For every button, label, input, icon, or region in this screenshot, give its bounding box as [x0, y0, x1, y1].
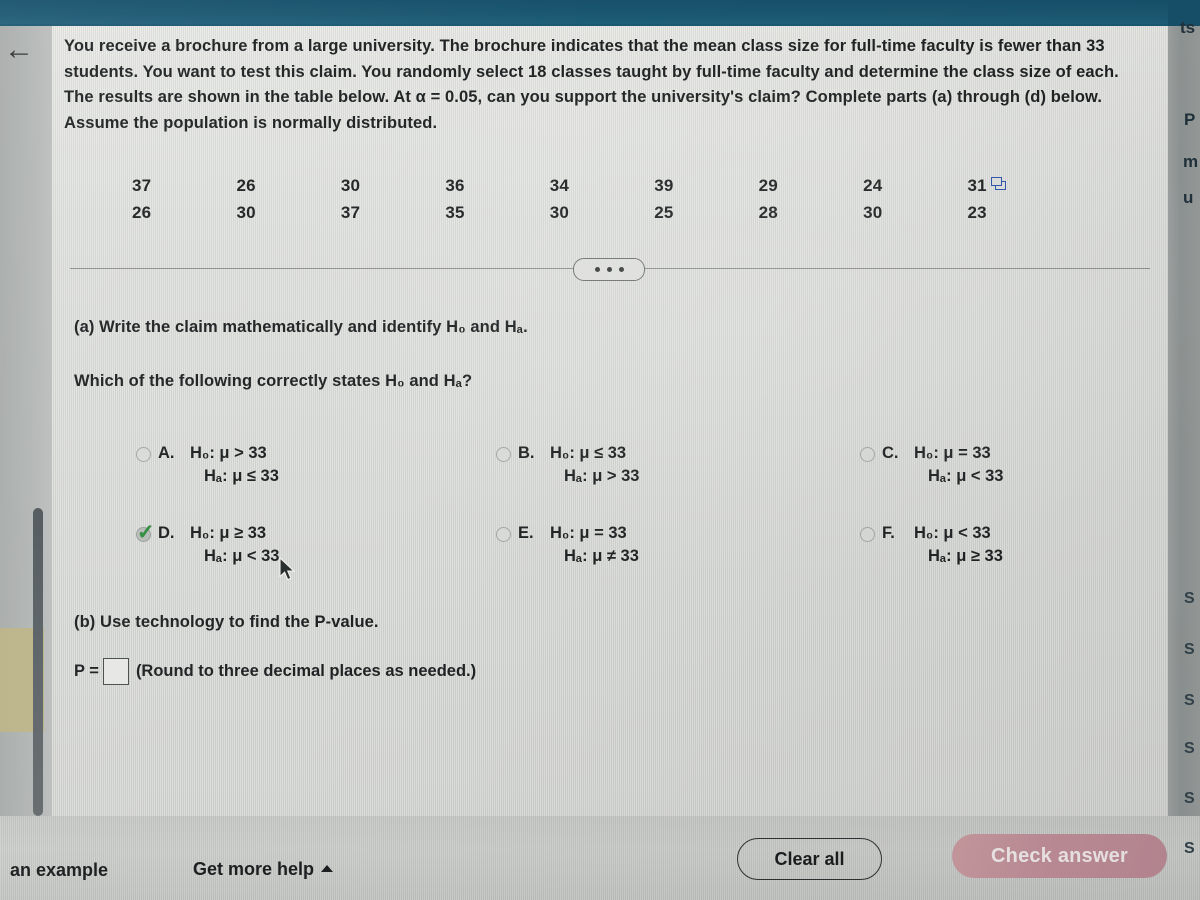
option-e-text: H₀: μ = 33 Hₐ: μ ≠ 33: [550, 524, 639, 566]
option-b-text: H₀: μ ≤ 33 Hₐ: μ > 33: [550, 444, 639, 486]
option-e-h0: H₀: μ = 33: [550, 524, 627, 542]
caret-up-icon: [321, 865, 334, 872]
get-more-help-link[interactable]: Get more help: [193, 859, 334, 880]
open-in-spreadsheet-icon[interactable]: [990, 176, 1007, 190]
edge-list-item: S: [1184, 641, 1195, 658]
option-d-h0: H₀: μ ≥ 33: [190, 524, 267, 542]
table-row: 37 26 30 36 34 39 29 24 31: [132, 172, 1072, 199]
option-b-letter: B.: [518, 444, 535, 462]
table-cell: 29: [758, 175, 778, 195]
browser-top-bar: [0, 0, 1200, 29]
radio-a[interactable]: [136, 447, 151, 462]
table-cell: 30: [549, 202, 570, 222]
option-f-text: H₀: μ < 33 Hₐ: μ ≥ 33: [914, 524, 1003, 566]
option-f-letter: F.: [882, 524, 895, 542]
option-c-h0: H₀: μ = 33: [914, 444, 991, 462]
table-cell: 35: [445, 202, 465, 222]
option-b-h0: H₀: μ ≤ 33: [550, 444, 627, 462]
screenshot-root: ← You receive a brochure from a large un…: [0, 0, 1200, 900]
part-a-prompt: (a) Write the claim mathematically and i…: [74, 318, 528, 336]
green-check-icon: ✓: [137, 521, 155, 544]
option-e-ha: Hₐ: μ ≠ 33: [564, 547, 639, 565]
option-a-ha: Hₐ: μ ≤ 33: [204, 467, 279, 485]
table-cell: 30: [340, 175, 361, 195]
option-f-ha: Hₐ: μ ≥ 33: [928, 547, 1003, 565]
question-content: You receive a brochure from a large univ…: [52, 26, 1168, 816]
table-cell: 28: [758, 202, 778, 222]
option-a-text: H₀: μ > 33 Hₐ: μ ≤ 33: [190, 444, 279, 486]
table-cell-value: 31: [967, 175, 987, 195]
edge-list-item: S: [1184, 840, 1195, 857]
table-cell: 34: [549, 175, 570, 195]
edge-list-item: S: [1184, 692, 1195, 709]
edge-list-item: S: [1184, 590, 1195, 607]
table-cell: 26: [236, 175, 256, 195]
table-cell: 37: [340, 202, 361, 222]
option-c-ha: Hₐ: μ < 33: [928, 467, 1004, 485]
edge-list-item: S: [1184, 740, 1195, 757]
table-cell: 23: [967, 202, 987, 222]
edge-list-item: S: [1184, 790, 1195, 807]
check-answer-button[interactable]: Check answer: [952, 834, 1167, 878]
option-c-text: H₀: μ = 33 Hₐ: μ < 33: [914, 444, 1003, 486]
option-d-text: H₀: μ ≥ 33 Hₐ: μ < 33: [190, 524, 279, 566]
part-a-question: Which of the following correctly states …: [74, 372, 473, 390]
radio-f[interactable]: [860, 527, 875, 542]
table-cell: 37: [132, 175, 152, 195]
radio-c[interactable]: [860, 447, 875, 462]
p-value-label: P =: [74, 662, 99, 680]
table-row: 26 30 37 35 30 25 28 30 23: [132, 199, 1072, 226]
right-edge-top-bar: [1168, 0, 1200, 26]
left-gutter: [0, 26, 52, 900]
option-a-letter: A.: [158, 444, 175, 462]
option-f-h0: H₀: μ < 33: [914, 524, 991, 542]
radio-b[interactable]: [496, 447, 511, 462]
part-b-prompt: (b) Use technology to find the P-value.: [74, 613, 379, 631]
more-options-ellipsis[interactable]: [573, 258, 645, 281]
table-cell: 30: [863, 202, 883, 222]
vertical-scrollbar-thumb[interactable]: [33, 508, 43, 816]
right-panel-strip: [1168, 26, 1200, 900]
table-cell: 30: [236, 202, 256, 222]
table-cell: 36: [445, 175, 465, 195]
p-value-hint: (Round to three decimal places as needed…: [135, 662, 477, 680]
table-cell: 25: [654, 202, 674, 222]
p-value-input[interactable]: [102, 658, 129, 685]
option-e-letter: E.: [518, 524, 534, 542]
see-an-example-link[interactable]: an example: [10, 860, 108, 881]
option-d-letter: D.: [158, 524, 175, 542]
option-a-h0: H₀: μ > 33: [190, 444, 267, 462]
back-arrow-icon[interactable]: ←: [2, 33, 36, 67]
radio-e[interactable]: [496, 527, 511, 542]
section-divider: [70, 258, 1150, 281]
table-cell: 26: [132, 202, 152, 222]
table-cell-last: 31: [968, 172, 1073, 199]
get-more-help-label: Get more help: [193, 859, 315, 879]
option-d-ha: Hₐ: μ < 33: [204, 547, 280, 565]
option-c-letter: C.: [882, 444, 899, 462]
problem-statement: You receive a brochure from a large univ…: [64, 37, 1119, 132]
table-cell: 39: [654, 175, 674, 195]
option-b-ha: Hₐ: μ > 33: [564, 467, 640, 485]
class-size-data-table: 37 26 30 36 34 39 29 24 31 26 30 37 35 3…: [132, 172, 1132, 226]
clear-all-button[interactable]: Clear all: [737, 838, 882, 880]
table-cell: 24: [863, 175, 883, 195]
p-value-row: P = (Round to three decimal places as ne…: [74, 658, 476, 685]
